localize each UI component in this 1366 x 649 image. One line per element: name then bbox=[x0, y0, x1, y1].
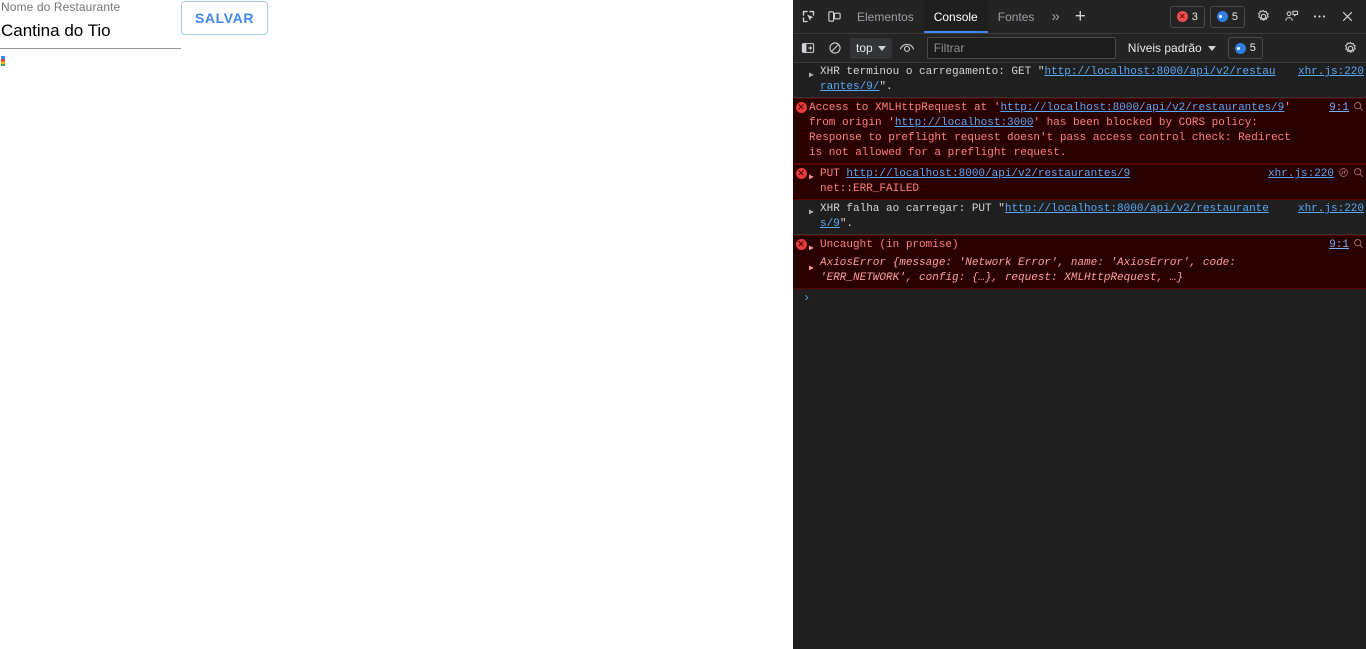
message-link-origin[interactable]: http://localhost:3000 bbox=[895, 117, 1034, 129]
console-settings-group bbox=[1338, 37, 1362, 59]
message-source-group: xhr.js:220 bbox=[1298, 65, 1364, 80]
object-preview-text: AxiosError {message: 'Network Error', na… bbox=[820, 257, 1236, 284]
clear-console-icon[interactable] bbox=[823, 37, 847, 59]
console-message-row[interactable]: ▶ XHR falha ao carregar: PUT "http://loc… bbox=[793, 200, 1366, 235]
tab-fontes[interactable]: Fontes bbox=[988, 0, 1045, 33]
log-levels-label: Níveis padrão bbox=[1127, 41, 1202, 55]
source-link[interactable]: xhr.js:220 bbox=[1298, 202, 1364, 217]
execution-context-label: top bbox=[856, 41, 873, 55]
restaurant-name-input[interactable] bbox=[0, 18, 181, 49]
more-tabs-icon[interactable]: » bbox=[1044, 0, 1066, 33]
more-options-icon[interactable] bbox=[1306, 4, 1332, 30]
web-page-pane: Nome do Restaurante SALVAR bbox=[0, 0, 793, 649]
message-gutter: ✕ bbox=[793, 167, 809, 197]
console-message-row[interactable]: ✕ Access to XMLHttpRequest at 'http://lo… bbox=[793, 98, 1366, 164]
message-suffix: ". bbox=[879, 81, 893, 93]
info-count-label: 5 bbox=[1231, 10, 1238, 23]
console-filter-input[interactable] bbox=[926, 37, 1116, 59]
tab-label: Elementos bbox=[857, 9, 914, 24]
message-source-group: 9:1 bbox=[1329, 238, 1364, 255]
restaurant-name-label: Nome do Restaurante bbox=[1, 0, 121, 14]
magnifier-icon[interactable] bbox=[1353, 167, 1364, 184]
reload-request-icon[interactable] bbox=[1338, 167, 1349, 184]
chevron-down-icon bbox=[1207, 45, 1216, 51]
source-link[interactable]: 9:1 bbox=[1329, 101, 1349, 116]
source-link[interactable]: xhr.js:220 bbox=[1268, 167, 1334, 182]
object-expand-arrow-icon[interactable]: ▶ bbox=[809, 256, 820, 286]
message-source-group: xhr.js:220 bbox=[1298, 202, 1364, 217]
message-prefix: XHR terminou o carregamento: GET " bbox=[820, 66, 1045, 78]
console-prompt[interactable]: › bbox=[793, 289, 1366, 307]
log-levels-select[interactable]: Níveis padrão bbox=[1128, 41, 1216, 55]
levels-info-count: 5 bbox=[1249, 42, 1256, 54]
error-count-label: 3 bbox=[1191, 10, 1198, 23]
message-gutter bbox=[793, 65, 809, 95]
devtools-tabbar-right: ✕ 3 5 bbox=[1169, 4, 1366, 30]
devtools-tabbar: Elementos Console Fontes » + ✕ 3 5 bbox=[793, 0, 1366, 34]
message-suffix: ". bbox=[839, 218, 854, 230]
execution-context-select[interactable]: top bbox=[850, 37, 892, 59]
inspect-element-icon[interactable] bbox=[795, 4, 821, 30]
gear-icon[interactable] bbox=[1338, 37, 1362, 59]
console-message-row[interactable]: ✕ ▶ Uncaught (in promise) ▶ AxiosError {… bbox=[793, 235, 1366, 289]
message-prefix: PUT bbox=[820, 168, 847, 180]
message-link[interactable]: http://localhost:8000/api/v2/restaurante… bbox=[1000, 102, 1284, 114]
message-subtext: net::ERR_FAILED bbox=[820, 183, 920, 195]
tab-elementos[interactable]: Elementos bbox=[847, 0, 924, 33]
live-expression-icon[interactable] bbox=[895, 37, 919, 59]
source-link[interactable]: xhr.js:220 bbox=[1298, 65, 1364, 80]
console-message-row[interactable]: ▶ XHR terminou o carregamento: GET "http… bbox=[793, 63, 1366, 98]
message-object-preview[interactable]: ▶ AxiosError {message: 'Network Error', … bbox=[809, 256, 1306, 286]
tab-console[interactable]: Console bbox=[923, 0, 988, 33]
message-source-group: 9:1 bbox=[1329, 101, 1364, 118]
console-message-list[interactable]: ▶ XHR terminou o carregamento: GET "http… bbox=[793, 63, 1366, 649]
restaurant-name-field-group: Nome do Restaurante bbox=[0, 0, 181, 49]
message-body: ▶ Uncaught (in promise) ▶ AxiosError {me… bbox=[809, 238, 1366, 286]
devtools-panel: Elementos Console Fontes » + ✕ 3 5 top F… bbox=[793, 0, 1366, 649]
broken-image-icon bbox=[1, 56, 5, 66]
feedback-icon[interactable] bbox=[1278, 4, 1304, 30]
console-message-row[interactable]: ✕ ▶ PUT http://localhost:8000/api/v2/res… bbox=[793, 164, 1366, 200]
expand-arrow-icon[interactable]: ▶ bbox=[809, 238, 820, 256]
error-icon: ✕ bbox=[1176, 11, 1188, 22]
source-link[interactable]: 9:1 bbox=[1329, 238, 1349, 253]
save-button[interactable]: SALVAR bbox=[181, 1, 268, 35]
message-prefix: XHR falha ao carregar: PUT " bbox=[820, 203, 1005, 215]
expand-arrow-icon[interactable]: ▶ bbox=[809, 65, 820, 95]
prompt-chevron-icon: › bbox=[803, 291, 811, 305]
message-gutter: ✕ bbox=[793, 238, 809, 286]
gear-icon[interactable] bbox=[1250, 4, 1276, 30]
message-text: Uncaught (in promise) bbox=[820, 239, 959, 251]
error-icon: ✕ bbox=[795, 102, 807, 113]
error-count-badge[interactable]: ✕ 3 bbox=[1169, 5, 1205, 28]
magnifier-icon[interactable] bbox=[1353, 101, 1364, 118]
message-gutter bbox=[793, 202, 809, 232]
levels-info-badge[interactable]: 5 bbox=[1227, 37, 1263, 59]
info-icon bbox=[1234, 42, 1246, 54]
console-filterbar: top Níveis padrão 5 bbox=[793, 34, 1366, 63]
message-prefix: Access to XMLHttpRequest at ' bbox=[809, 102, 1001, 114]
magnifier-icon[interactable] bbox=[1353, 238, 1364, 255]
tab-label: Fontes bbox=[997, 9, 1035, 24]
message-text: XHR falha ao carregar: PUT "http://local… bbox=[820, 202, 1366, 232]
message-text: Access to XMLHttpRequest at 'http://loca… bbox=[809, 101, 1366, 161]
chevron-down-icon bbox=[877, 45, 886, 51]
tab-label: Console bbox=[933, 9, 978, 24]
message-link[interactable]: http://localhost:8000/api/v2/restaurante… bbox=[846, 168, 1130, 180]
info-count-badge[interactable]: 5 bbox=[1209, 5, 1245, 28]
error-icon: ✕ bbox=[795, 239, 807, 250]
message-gutter: ✕ bbox=[793, 101, 809, 161]
error-icon: ✕ bbox=[795, 168, 807, 179]
device-toolbar-icon[interactable] bbox=[821, 4, 847, 30]
info-icon bbox=[1216, 11, 1228, 22]
message-source-group: xhr.js:220 bbox=[1268, 167, 1364, 184]
expand-arrow-icon[interactable]: ▶ bbox=[809, 202, 820, 232]
message-text: XHR terminou o carregamento: GET "http:/… bbox=[820, 65, 1366, 95]
close-icon[interactable] bbox=[1334, 4, 1360, 30]
expand-arrow-icon[interactable]: ▶ bbox=[809, 167, 820, 197]
console-sidebar-icon[interactable] bbox=[796, 37, 820, 59]
add-tab-icon[interactable]: + bbox=[1067, 0, 1094, 33]
